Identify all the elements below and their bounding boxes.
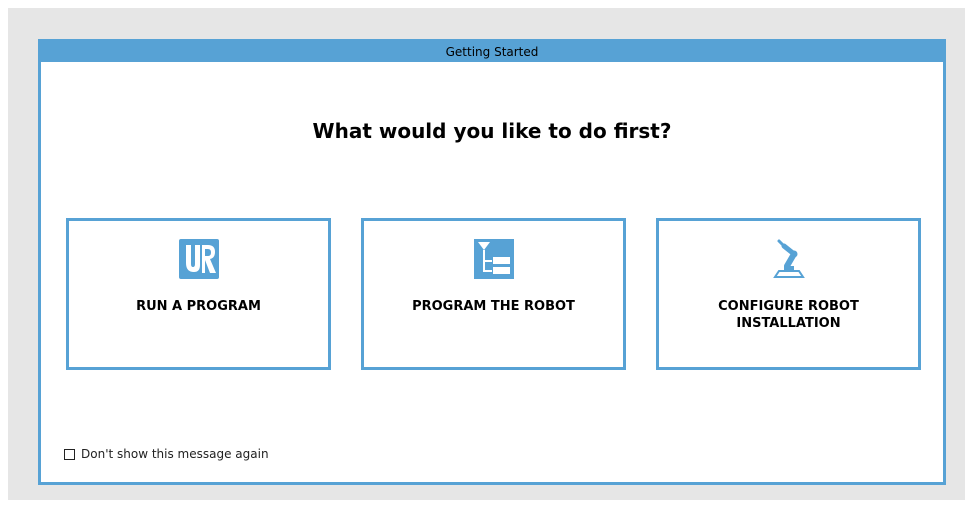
dont-show-again-toggle[interactable]: Don't show this message again [64,447,269,461]
getting-started-dialog: Getting Started What would you like to d… [38,39,946,485]
run-program-button[interactable]: RUN A PROGRAM [66,218,331,370]
dialog-heading: What would you like to do first? [312,119,672,143]
configure-installation-button[interactable]: CONFIGURE ROBOT INSTALLATION [656,218,921,370]
program-robot-button[interactable]: PROGRAM THE ROBOT [361,218,626,370]
configure-installation-label: CONFIGURE ROBOT INSTALLATION [718,299,859,331]
dialog-title: Getting Started [41,42,943,62]
ur-logo-icon [178,239,219,279]
dont-show-again-checkbox[interactable] [64,448,75,460]
program-robot-label: PROGRAM THE ROBOT [412,299,575,314]
robot-arm-icon [772,239,805,278]
program-tree-icon [473,239,514,279]
run-program-label: RUN A PROGRAM [136,299,261,314]
dont-show-again-label: Don't show this message again [81,447,269,461]
